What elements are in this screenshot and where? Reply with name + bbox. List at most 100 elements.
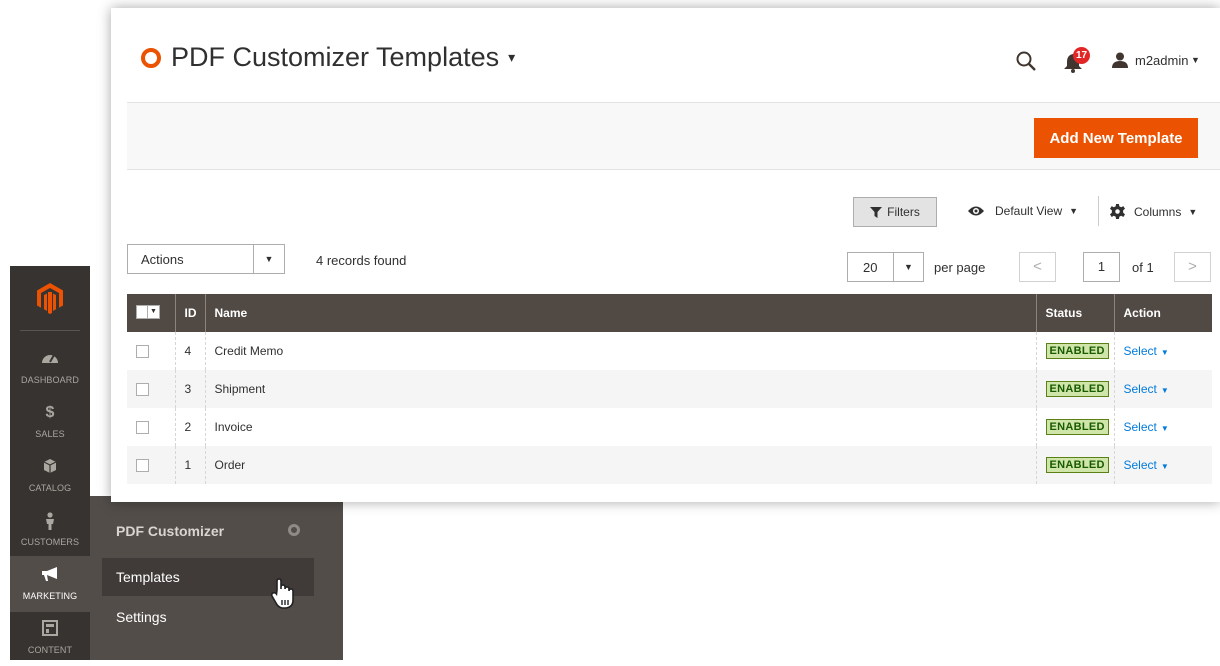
- column-header-action: Action: [1113, 294, 1212, 332]
- column-header-id[interactable]: ID: [174, 294, 205, 332]
- megaphone-icon: [10, 566, 90, 584]
- templates-window: PDF Customizer Templates ▾ 17 m2admin ▼ …: [111, 8, 1220, 502]
- current-page-input[interactable]: 1: [1083, 252, 1120, 282]
- mass-actions-select[interactable]: Actions ▼: [127, 244, 285, 274]
- row-id: 2: [174, 408, 205, 446]
- layout-icon: [10, 620, 90, 638]
- row-select-cell: [127, 370, 175, 408]
- row-select-action[interactable]: Select ▼: [1124, 344, 1169, 358]
- row-checkbox[interactable]: [136, 382, 149, 396]
- nav-customers[interactable]: CUSTOMERS: [10, 502, 90, 558]
- user-icon[interactable]: [1112, 52, 1128, 68]
- next-page-button[interactable]: >: [1174, 252, 1211, 282]
- chevron-down-icon: ▼: [1160, 424, 1169, 433]
- nav-marketing-label: MARKETING: [22, 591, 78, 601]
- funnel-icon: [870, 206, 883, 218]
- add-new-template-button[interactable]: Add New Template: [1034, 118, 1198, 158]
- select-label: Select: [1123, 420, 1157, 434]
- flyout-item-label: Templates: [116, 569, 180, 585]
- row-select-action[interactable]: Select ▼: [1124, 420, 1169, 434]
- row-status-cell: ENABLED: [1035, 408, 1114, 446]
- row-select-cell: [127, 408, 175, 446]
- row-checkbox[interactable]: [136, 420, 149, 434]
- page-actions-bar: Add New Template: [127, 102, 1220, 170]
- page-title-text: PDF Customizer Templates: [171, 42, 500, 72]
- chevron-down-icon: ▼: [1160, 386, 1169, 395]
- table-row: 1 Order ENABLED Select ▼: [127, 446, 1212, 484]
- search-icon[interactable]: [1015, 50, 1037, 72]
- flyout-item-label: Settings: [116, 609, 167, 625]
- nav-dashboard[interactable]: DASHBOARD: [10, 340, 90, 396]
- title-caret-icon: ▾: [508, 49, 516, 65]
- row-select-action[interactable]: Select ▼: [1124, 382, 1169, 396]
- magento-logo-icon[interactable]: [10, 266, 90, 330]
- column-header-status[interactable]: Status: [1035, 294, 1114, 332]
- row-checkbox[interactable]: [136, 458, 149, 472]
- chevron-down-icon: ▼: [893, 253, 923, 281]
- page-title[interactable]: PDF Customizer Templates ▾: [141, 42, 515, 73]
- previous-page-button[interactable]: <: [1019, 252, 1056, 282]
- nav-marketing[interactable]: MARKETING: [10, 556, 90, 612]
- hand-cursor-icon: [270, 578, 294, 609]
- mass-select-checkbox[interactable]: ▼: [136, 305, 160, 319]
- row-name: Credit Memo: [204, 332, 1036, 370]
- row-action-cell: Select ▼: [1113, 446, 1212, 484]
- toolbar-divider: [1098, 196, 1099, 226]
- gauge-icon: [10, 350, 90, 368]
- filters-label: Filters: [887, 205, 920, 219]
- marketing-flyout-menu: PDF Customizer Templates Settings: [90, 496, 343, 660]
- flyout-close-icon[interactable]: [288, 524, 300, 536]
- select-label: Select: [1123, 382, 1157, 396]
- table-row: 4 Credit Memo ENABLED Select ▼: [127, 332, 1212, 370]
- filters-button[interactable]: Filters: [853, 197, 937, 227]
- mass-select-column-header[interactable]: ▼: [127, 294, 175, 332]
- user-menu-name[interactable]: m2admin: [1135, 53, 1188, 68]
- dollar-icon: $: [45, 404, 55, 421]
- sidebar-divider: [20, 330, 80, 331]
- eye-icon: [968, 206, 984, 216]
- status-badge: ENABLED: [1045, 457, 1109, 473]
- default-view-label: Default View: [995, 204, 1063, 218]
- per-page-value: 20: [863, 260, 878, 275]
- chevron-down-icon: ▼: [253, 245, 284, 273]
- nav-content-label: CONTENT: [27, 645, 73, 655]
- nav-sales-label: SALES: [35, 429, 65, 439]
- row-select-action[interactable]: Select ▼: [1124, 458, 1169, 472]
- person-icon: [10, 512, 90, 530]
- gear-icon: [1110, 204, 1125, 219]
- nav-catalog[interactable]: CATALOG: [10, 448, 90, 504]
- row-id: 3: [174, 370, 205, 408]
- row-status-cell: ENABLED: [1035, 446, 1114, 484]
- grid-header-row: ▼ ID Name Status Action: [127, 294, 1212, 332]
- row-action-cell: Select ▼: [1113, 370, 1212, 408]
- total-pages-label: of 1: [1132, 260, 1154, 275]
- user-menu-caret-icon[interactable]: ▼: [1191, 55, 1200, 65]
- pdf-customizer-ring-icon: [141, 47, 161, 68]
- notifications-count-badge[interactable]: 17: [1073, 47, 1091, 64]
- columns-label: Columns: [1134, 204, 1182, 219]
- table-row: 2 Invoice ENABLED Select ▼: [127, 408, 1212, 446]
- chevron-down-icon: ▼: [1160, 462, 1169, 471]
- per-page-select[interactable]: 20 ▼: [847, 252, 924, 282]
- flyout-title: PDF Customizer: [116, 523, 225, 539]
- status-badge: ENABLED: [1045, 419, 1109, 435]
- default-view-dropdown[interactable]: Default View ▼: [967, 204, 1078, 218]
- nav-sales[interactable]: $ SALES: [10, 394, 90, 450]
- row-id: 4: [174, 332, 205, 370]
- row-select-cell: [127, 446, 175, 484]
- row-checkbox[interactable]: [136, 344, 149, 358]
- per-page-label: per page: [934, 260, 986, 275]
- mass-actions-label: Actions: [141, 252, 184, 267]
- row-status-cell: ENABLED: [1035, 332, 1114, 370]
- templates-grid: ▼ ID Name Status Action 4 Credit Memo EN…: [127, 294, 1212, 484]
- row-select-cell: [127, 332, 175, 370]
- row-action-cell: Select ▼: [1113, 332, 1212, 370]
- status-badge: ENABLED: [1045, 343, 1109, 359]
- admin-sidebar: DASHBOARD $ SALES CATALOG CUSTOMERS MARK…: [10, 266, 90, 660]
- columns-dropdown[interactable]: Columns ▼: [1110, 204, 1197, 219]
- select-label: Select: [1123, 458, 1157, 472]
- nav-content[interactable]: CONTENT: [10, 610, 90, 666]
- nav-dashboard-label: DASHBOARD: [21, 375, 79, 385]
- status-badge: ENABLED: [1045, 381, 1109, 397]
- column-header-name[interactable]: Name: [204, 294, 1036, 332]
